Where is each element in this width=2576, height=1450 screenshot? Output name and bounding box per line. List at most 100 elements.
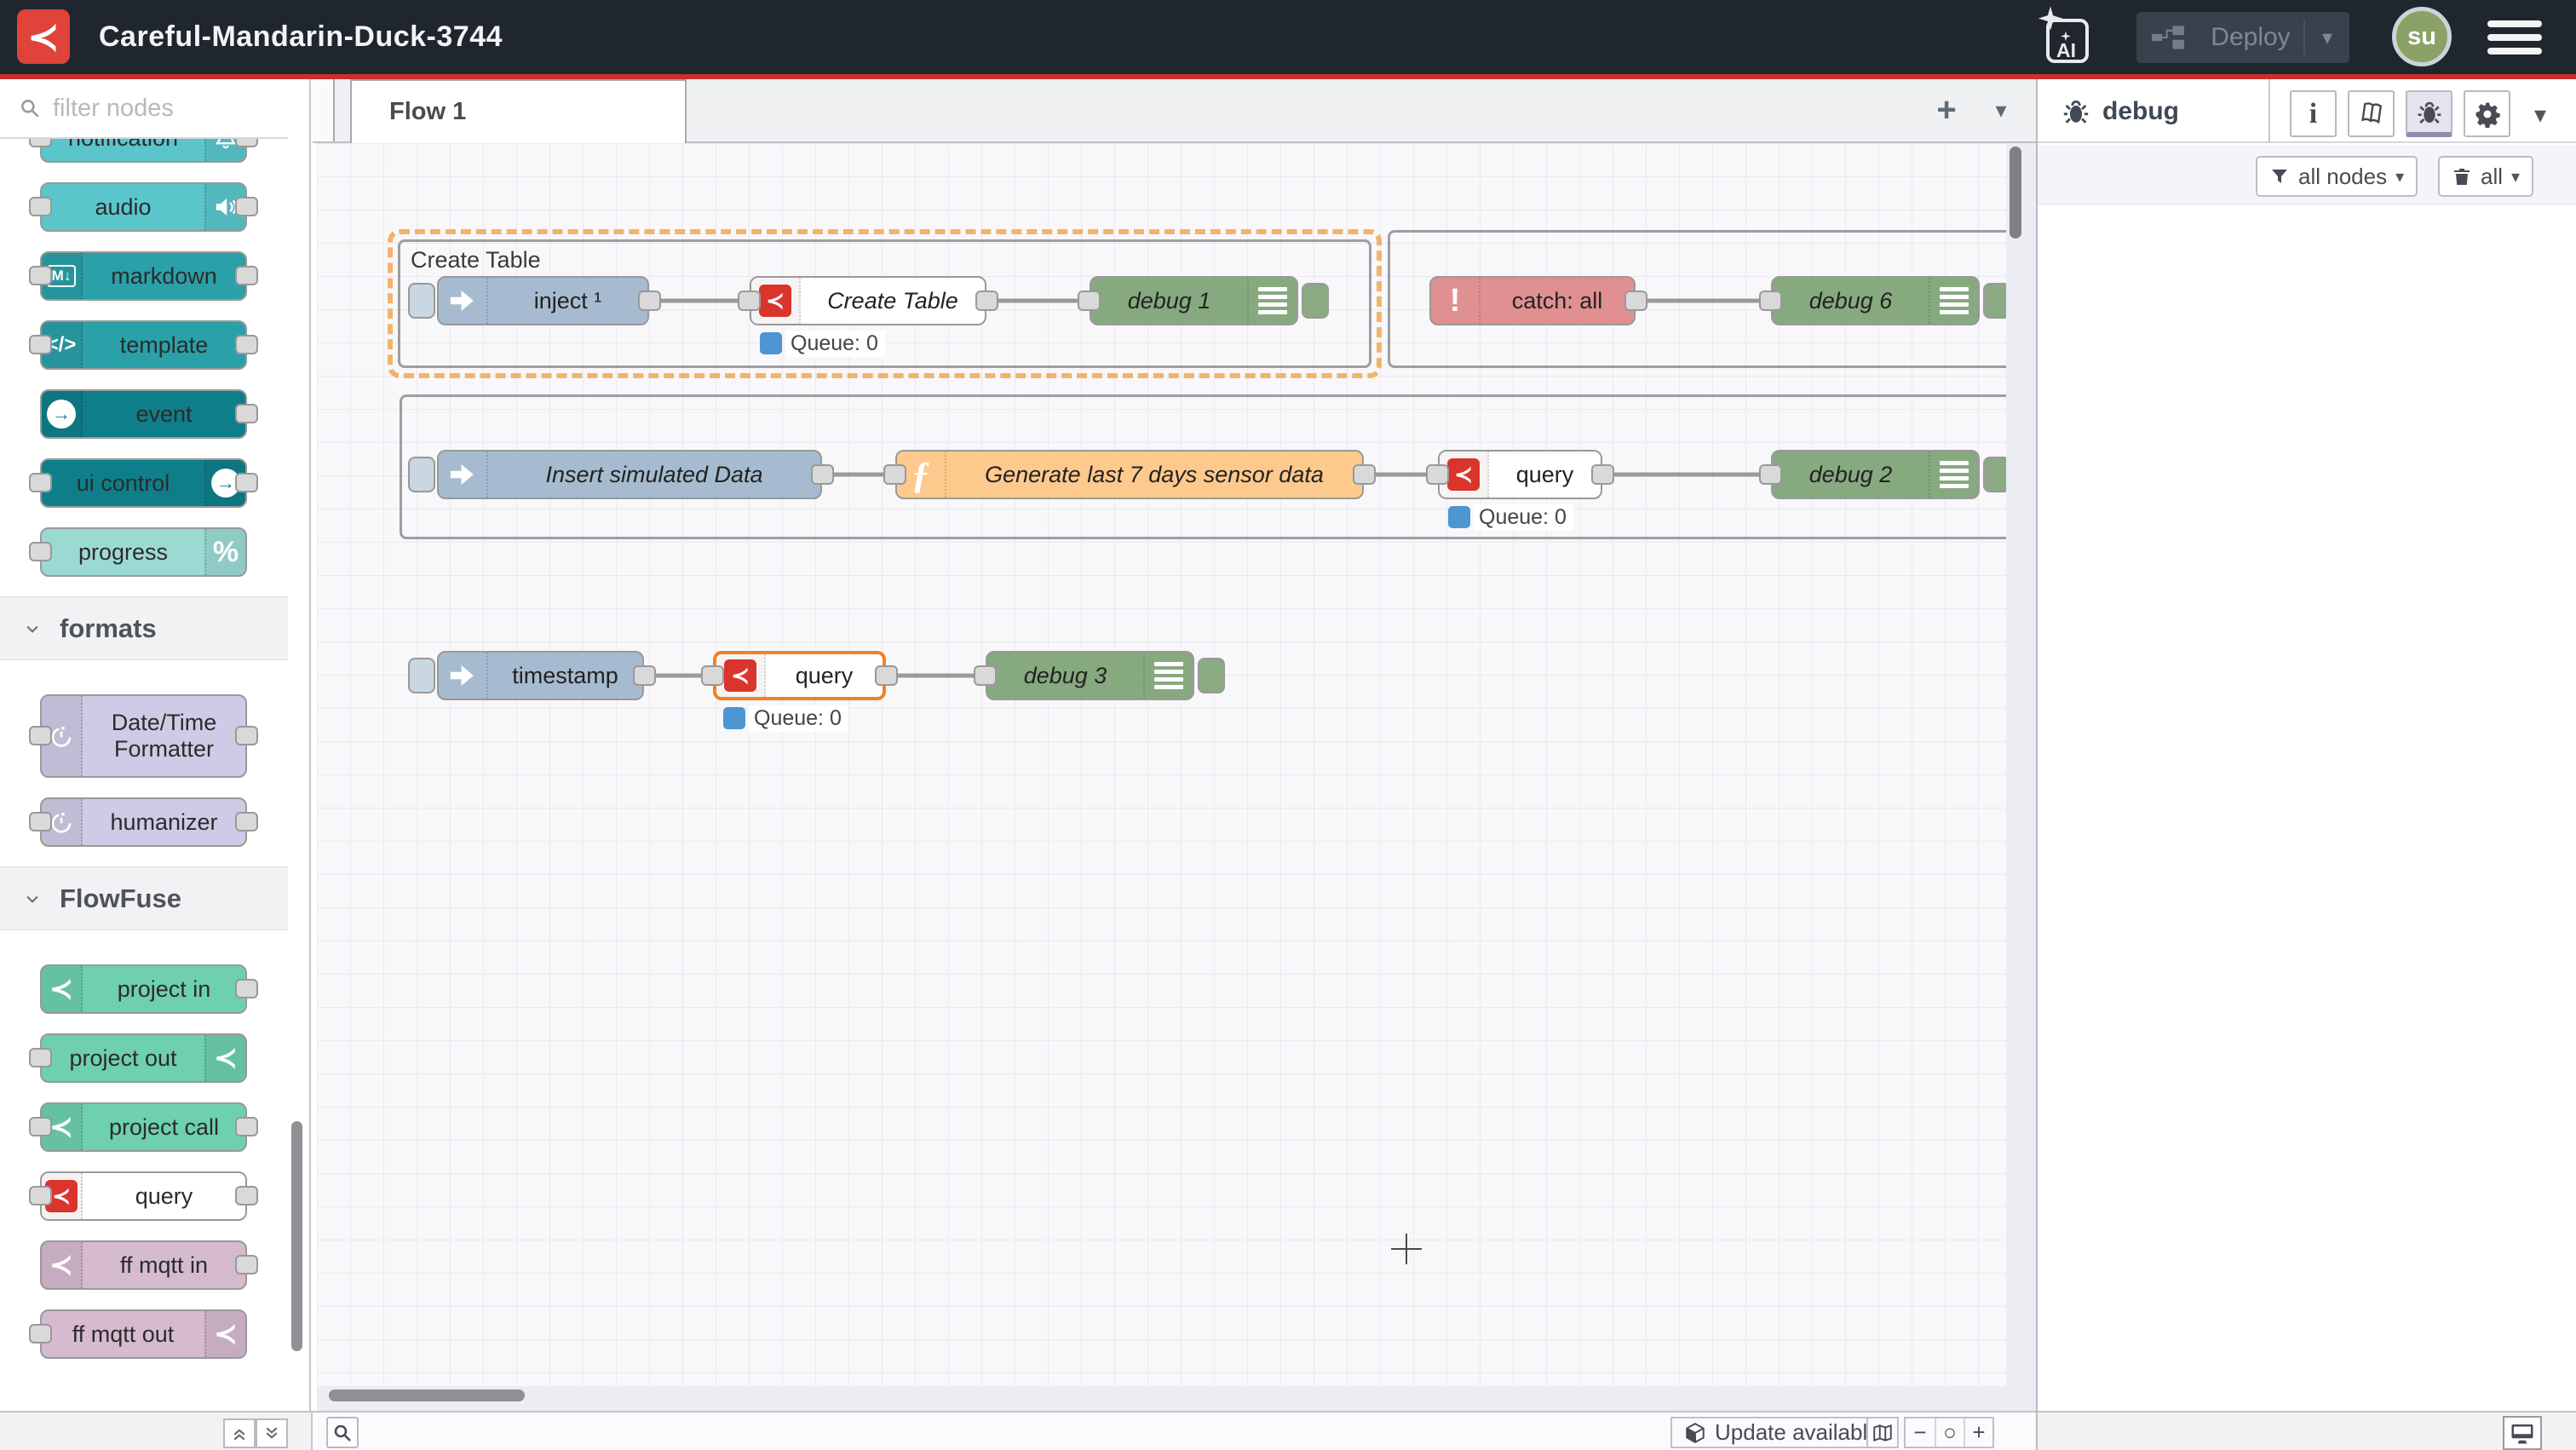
canvas-vertical-scrollbar[interactable] <box>2010 147 2021 239</box>
palette-node-template[interactable]: </>template <box>40 320 247 370</box>
input-port[interactable] <box>29 266 52 285</box>
palette-section-flowfuse[interactable]: FlowFuse <box>0 866 288 930</box>
palette-node-date-time-formatter[interactable]: Date/Time Formatter <box>40 694 247 778</box>
debug-toggle-button[interactable] <box>1983 283 2006 319</box>
input-port[interactable] <box>29 1324 52 1344</box>
debug-filter-button[interactable]: all nodes ▾ <box>2256 156 2418 197</box>
tab-flow-1[interactable]: Flow 1 <box>350 79 687 143</box>
palette-node-humanizer[interactable]: humanizer <box>40 797 247 847</box>
output-port[interactable] <box>1624 291 1647 311</box>
deploy-button[interactable]: Deploy ▾ <box>2136 12 2349 63</box>
output-port[interactable] <box>235 979 258 998</box>
navigator-button[interactable] <box>1866 1417 1899 1448</box>
output-port[interactable] <box>875 665 898 686</box>
input-port[interactable] <box>29 335 52 354</box>
debug-toggle-button[interactable] <box>1198 658 1225 693</box>
zoom-reset-button[interactable]: ○ <box>1935 1418 1964 1447</box>
output-port[interactable] <box>235 1255 258 1275</box>
input-port[interactable] <box>701 665 724 686</box>
node-query-3[interactable]: ≺query <box>713 651 886 700</box>
palette-node-project-in[interactable]: ≺project in <box>40 964 247 1014</box>
node-create-table[interactable]: ≺Create Table <box>750 276 986 325</box>
output-port[interactable] <box>1591 464 1614 485</box>
sidebar-menu-caret[interactable]: ▾ <box>2534 101 2546 129</box>
input-port[interactable] <box>974 665 997 686</box>
info-tab-button[interactable]: i <box>2290 90 2337 137</box>
palette-collapse-all-button[interactable] <box>223 1418 256 1448</box>
debug-toggle-button[interactable] <box>1983 457 2006 492</box>
inject-trigger-button[interactable] <box>408 457 435 492</box>
input-port[interactable] <box>1078 291 1101 311</box>
node-debug-2[interactable]: debug 2 <box>1771 450 1980 499</box>
node-debug-6[interactable]: debug 6 <box>1771 276 1980 325</box>
output-port[interactable] <box>235 812 258 831</box>
filter-nodes-input[interactable] <box>53 95 257 123</box>
input-port[interactable] <box>29 1117 52 1136</box>
partial-flow-tab[interactable] <box>313 79 335 141</box>
palette-node-audio[interactable]: audio <box>40 182 247 232</box>
input-port[interactable] <box>883 464 906 485</box>
output-port[interactable] <box>811 464 834 485</box>
input-port[interactable] <box>738 291 761 311</box>
node-gen-7days[interactable]: ƒGenerate last 7 days sensor data <box>895 450 1364 499</box>
node-catch-all[interactable]: !catch: all <box>1429 276 1636 325</box>
sidebar-tab-debug[interactable]: debug <box>2038 79 2270 143</box>
debug-clear-button[interactable]: all ▾ <box>2438 156 2533 197</box>
palette-node-project-call[interactable]: ≺project call <box>40 1102 247 1152</box>
zoom-out-button[interactable]: − <box>1906 1418 1935 1447</box>
output-port[interactable] <box>235 473 258 492</box>
output-port[interactable] <box>235 266 258 285</box>
palette-node-event[interactable]: →event <box>40 389 247 439</box>
palette-node-ui-control[interactable]: ui control→ <box>40 458 247 508</box>
ai-assistant-button[interactable]: AI <box>2038 9 2097 66</box>
input-port[interactable] <box>1426 464 1449 485</box>
update-available-button[interactable]: Update available <box>1670 1417 1894 1448</box>
node-debug-1[interactable]: debug 1 <box>1090 276 1298 325</box>
open-dashboard-button[interactable] <box>2503 1416 2542 1450</box>
palette-node-project-out[interactable]: project out≺ <box>40 1033 247 1083</box>
palette-expand-all-button[interactable] <box>256 1418 288 1448</box>
debug-toggle-button[interactable] <box>1302 283 1329 319</box>
node-timestamp[interactable]: timestamp <box>437 651 644 700</box>
add-flow-button[interactable]: + <box>1923 86 1970 134</box>
main-menu-button[interactable] <box>2487 20 2542 58</box>
palette-node-query[interactable]: ≺query <box>40 1171 247 1221</box>
palette-node-ff-mqtt-out[interactable]: ff mqtt out≺ <box>40 1309 247 1359</box>
output-port[interactable] <box>235 404 258 423</box>
input-port[interactable] <box>29 726 52 745</box>
output-port[interactable] <box>235 197 258 216</box>
input-port[interactable] <box>29 1186 52 1205</box>
palette-scrollbar[interactable] <box>291 1121 302 1351</box>
node-query-2[interactable]: ≺query <box>1438 450 1602 499</box>
output-port[interactable] <box>638 291 661 311</box>
debug-tab-button[interactable] <box>2406 90 2452 137</box>
inject-trigger-button[interactable] <box>408 283 435 319</box>
help-tab-button[interactable] <box>2348 90 2395 137</box>
palette-node-progress[interactable]: progress% <box>40 527 247 577</box>
canvas-search-button[interactable] <box>326 1417 359 1448</box>
output-port[interactable] <box>975 291 998 311</box>
input-port[interactable] <box>1759 291 1782 311</box>
output-port[interactable] <box>235 335 258 354</box>
output-port[interactable] <box>633 665 656 686</box>
output-port[interactable] <box>1353 464 1376 485</box>
output-port[interactable] <box>235 726 258 745</box>
canvas-horizontal-scrollbar[interactable] <box>329 1390 525 1401</box>
flow-list-button[interactable]: ▾ <box>1981 86 2021 134</box>
zoom-in-button[interactable]: + <box>1964 1418 1992 1447</box>
node-insert-sim[interactable]: Insert simulated Data <box>437 450 822 499</box>
palette-section-formats[interactable]: formats <box>0 596 288 660</box>
input-port[interactable] <box>29 812 52 831</box>
palette-node-ff-mqtt-in[interactable]: ≺ff mqtt in <box>40 1240 247 1290</box>
node-inject-1[interactable]: inject ¹ <box>437 276 649 325</box>
input-port[interactable] <box>29 197 52 216</box>
deploy-caret-icon[interactable]: ▾ <box>2305 26 2349 50</box>
input-port[interactable] <box>29 473 52 492</box>
input-port[interactable] <box>1759 464 1782 485</box>
output-port[interactable] <box>235 1186 258 1205</box>
node-debug-3[interactable]: debug 3 <box>986 651 1194 700</box>
input-port[interactable] <box>29 542 52 561</box>
flow-canvas[interactable]: Create Tableinject ¹≺Create Tabledebug 1… <box>317 143 2006 1386</box>
inject-trigger-button[interactable] <box>408 658 435 693</box>
output-port[interactable] <box>235 1117 258 1136</box>
